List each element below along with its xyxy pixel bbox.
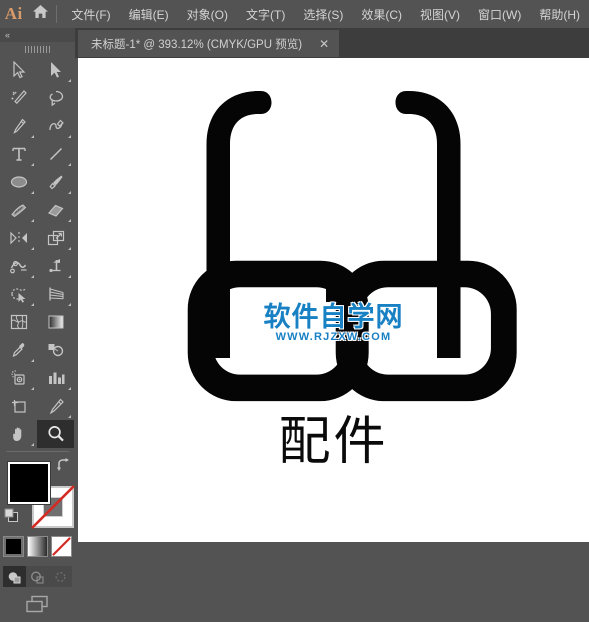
tools-panel: « [0, 28, 75, 612]
artwork-caption: 配件 [278, 412, 389, 472]
menu-help[interactable]: 帮助(H) [530, 2, 589, 27]
collapse-panel-icon[interactable]: « [5, 30, 10, 40]
direct-selection-tool[interactable] [37, 56, 74, 84]
document-tab-bar: 未标题-1* @ 393.12% (CMYK/GPU 预览) ✕ [0, 28, 589, 58]
tools-panel-grip[interactable] [0, 42, 75, 56]
pen-tool[interactable] [0, 112, 37, 140]
fill-stroke-controls [0, 456, 75, 534]
slice-tool[interactable] [37, 392, 74, 420]
tool-flyout-icon [68, 303, 71, 306]
menu-bar: Ai 文件(F) 编辑(E) 对象(O) 文字(T) 选择(S) 效果(C) 视… [0, 0, 589, 28]
tool-flyout-icon [31, 135, 34, 138]
draw-mode-row [0, 566, 75, 590]
menu-view[interactable]: 视图(V) [411, 2, 469, 27]
selection-tool[interactable] [0, 56, 37, 84]
app-logo-text: Ai [4, 4, 23, 23]
tools-panel-separator [6, 451, 69, 452]
fill-swatch[interactable] [8, 462, 50, 504]
home-button[interactable] [28, 0, 54, 28]
mesh-tool[interactable] [0, 308, 37, 336]
shape-builder-tool[interactable] [0, 280, 37, 308]
ellipse-tool[interactable] [0, 168, 37, 196]
gradient-swatch[interactable] [27, 536, 48, 557]
hand-tool[interactable] [0, 420, 37, 448]
perspective-grid-tool[interactable] [37, 280, 74, 308]
tool-flyout-icon [68, 79, 71, 82]
swap-fill-stroke-icon[interactable] [56, 458, 70, 476]
color-solid-swatch[interactable] [3, 536, 24, 557]
menu-item-list: 文件(F) 编辑(E) 对象(O) 文字(T) 选择(S) 效果(C) 视图(V… [62, 2, 589, 27]
menu-effect[interactable]: 效果(C) [352, 2, 411, 27]
tool-grid [0, 56, 75, 448]
change-screen-mode-icon[interactable] [23, 594, 53, 619]
tool-flyout-icon [31, 219, 34, 222]
line-segment-tool[interactable] [37, 140, 74, 168]
document-canvas[interactable]: 软件自学网 WWW.RJZXW.COM 配件 [78, 58, 589, 542]
scale-tool[interactable] [37, 224, 74, 252]
paint-mode-row [0, 536, 75, 562]
artboard-tool[interactable] [0, 392, 37, 420]
shaper-tool[interactable] [0, 196, 37, 224]
menu-divider [55, 5, 57, 23]
draw-behind-mode[interactable] [26, 566, 49, 587]
symbol-sprayer-tool[interactable] [0, 364, 37, 392]
tool-flyout-icon [31, 303, 34, 306]
gradient-tool[interactable] [37, 308, 74, 336]
none-swatch[interactable] [51, 536, 72, 557]
width-tool[interactable] [0, 252, 37, 280]
tool-flyout-icon [68, 135, 71, 138]
illustrator-window: Ai 文件(F) 编辑(E) 对象(O) 文字(T) 选择(S) 效果(C) 视… [0, 0, 589, 612]
tool-flyout-icon [68, 415, 71, 418]
tool-flyout-icon [31, 163, 34, 166]
menu-object[interactable]: 对象(O) [178, 2, 237, 27]
menu-window[interactable]: 窗口(W) [469, 2, 530, 27]
paintbrush-tool[interactable] [37, 168, 74, 196]
tool-flyout-icon [31, 359, 34, 362]
tool-flyout-icon [31, 191, 34, 194]
menu-select[interactable]: 选择(S) [294, 2, 352, 27]
column-graph-tool[interactable] [37, 364, 74, 392]
document-tab-label: 未标题-1* @ 393.12% (CMYK/GPU 预览) [91, 38, 303, 51]
tool-flyout-icon [68, 219, 71, 222]
draw-normal-mode[interactable] [3, 566, 26, 587]
eyedropper-tool[interactable] [0, 336, 37, 364]
tool-flyout-icon [68, 163, 71, 166]
curvature-tool[interactable] [37, 112, 74, 140]
menu-type[interactable]: 文字(T) [237, 2, 294, 27]
close-icon[interactable]: ✕ [315, 38, 333, 50]
menu-file[interactable]: 文件(F) [62, 2, 119, 27]
magic-wand-tool[interactable] [0, 84, 37, 112]
default-fill-stroke-icon[interactable] [4, 508, 19, 528]
lasso-tool[interactable] [37, 84, 74, 112]
eraser-tool[interactable] [37, 196, 74, 224]
tool-flyout-icon [31, 247, 34, 250]
type-tool[interactable] [0, 140, 37, 168]
tool-flyout-icon [68, 387, 71, 390]
document-tab[interactable]: 未标题-1* @ 393.12% (CMYK/GPU 预览) ✕ [78, 30, 340, 57]
draw-inside-mode[interactable] [49, 566, 72, 587]
free-transform-tool[interactable] [37, 252, 74, 280]
app-logo: Ai [0, 0, 28, 28]
tool-flyout-icon [68, 191, 71, 194]
rotate-tool[interactable] [0, 224, 37, 252]
blend-tool[interactable] [37, 336, 74, 364]
zoom-tool[interactable] [37, 420, 74, 448]
home-icon [32, 4, 49, 24]
tool-flyout-icon [68, 275, 71, 278]
tool-flyout-icon [31, 387, 34, 390]
menu-edit[interactable]: 编辑(E) [120, 2, 178, 27]
tools-panel-header: « [0, 28, 75, 42]
tool-flyout-icon [68, 247, 71, 250]
screen-mode-row [0, 590, 75, 622]
tool-flyout-icon [31, 443, 34, 446]
tool-flyout-icon [31, 275, 34, 278]
